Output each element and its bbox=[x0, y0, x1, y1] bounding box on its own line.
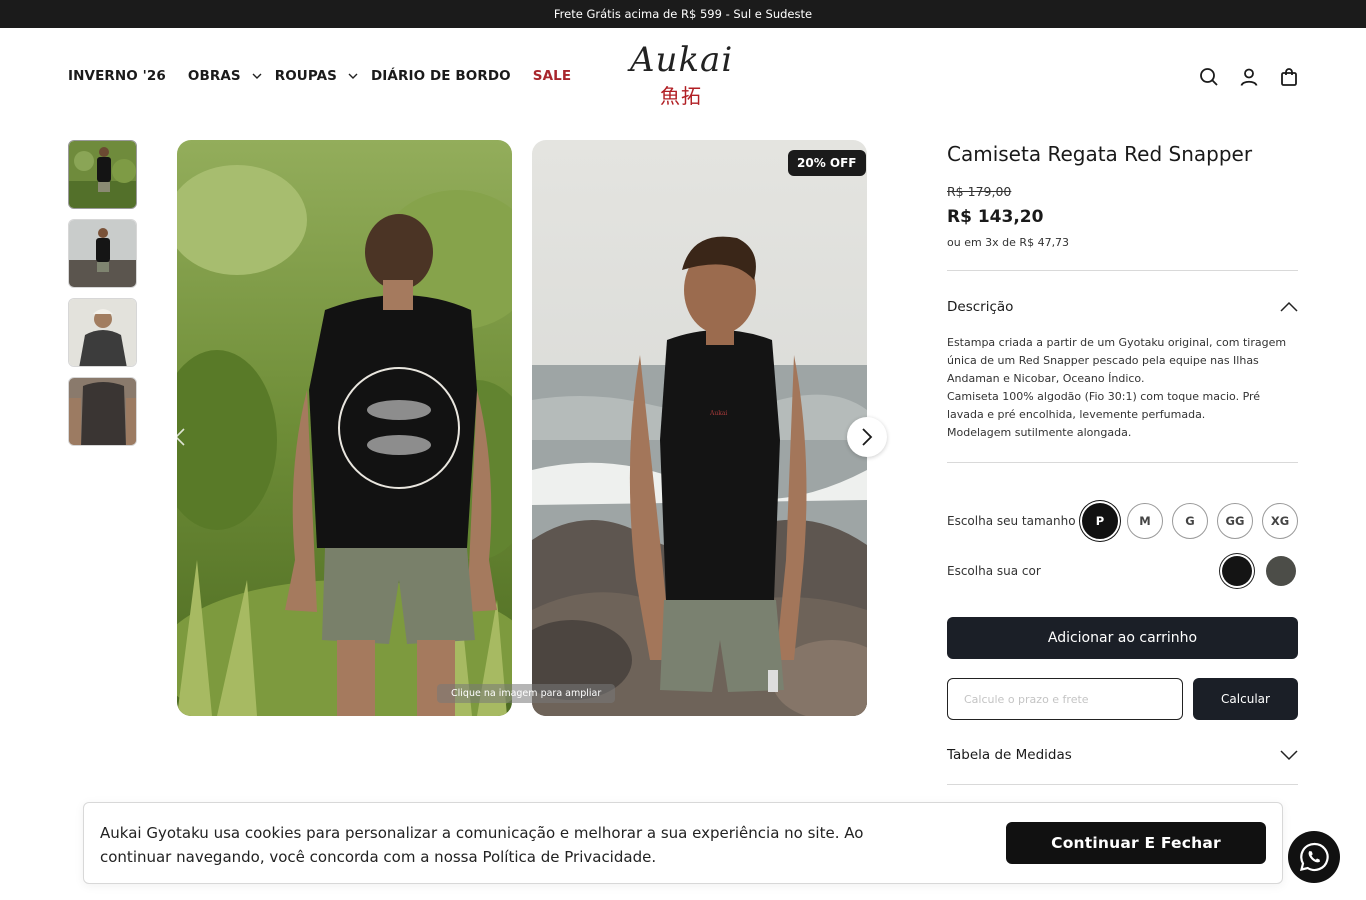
nav-item-label: DIÁRIO DE BORDO bbox=[371, 68, 511, 84]
logo-script: Aukai bbox=[630, 40, 734, 80]
previous-image-button[interactable] bbox=[168, 425, 192, 449]
discount-badge: 20% OFF bbox=[788, 150, 866, 176]
color-options bbox=[1222, 556, 1296, 586]
thumbnail-1[interactable] bbox=[68, 140, 137, 209]
product-description: Estampa criada a partir de um Gyotaku or… bbox=[947, 334, 1298, 442]
svg-text:Aukai: Aukai bbox=[709, 410, 727, 417]
divider bbox=[947, 270, 1298, 271]
divider bbox=[947, 462, 1298, 463]
size-options: P M G GG XG bbox=[1082, 503, 1298, 539]
nav-item-sale[interactable]: SALE bbox=[533, 68, 571, 84]
main-nav: INVERNO '26 OBRAS ROUPAS DIÁRIO DE BORDO… bbox=[68, 68, 593, 84]
logo-kanji: 魚拓 bbox=[660, 84, 702, 108]
thumbnail-2[interactable] bbox=[68, 219, 137, 288]
add-to-cart-button[interactable]: Adicionar ao carrinho bbox=[947, 617, 1298, 659]
chevron-up-icon bbox=[1280, 301, 1298, 312]
product-photo-front[interactable]: Aukai bbox=[532, 140, 867, 716]
color-selector: Escolha sua cor bbox=[947, 556, 1298, 586]
product-info: Camiseta Regata Red Snapper R$ 179,00 R$… bbox=[947, 140, 1298, 785]
color-swatch-grey[interactable] bbox=[1266, 556, 1296, 586]
announcement-bar: Frete Grátis acima de R$ 599 - Sul e Sud… bbox=[0, 0, 1366, 28]
user-icon[interactable] bbox=[1238, 66, 1260, 88]
size-selector: Escolha seu tamanho P M G GG XG bbox=[947, 503, 1298, 539]
zoom-hint: Clique na imagem para ampliar bbox=[437, 684, 616, 703]
chevron-down-icon bbox=[252, 73, 262, 79]
size-option-p[interactable]: P bbox=[1082, 503, 1118, 539]
color-swatch-black[interactable] bbox=[1222, 556, 1252, 586]
nav-item-label: INVERNO '26 bbox=[68, 68, 166, 84]
shipping-calculator: Calcular bbox=[947, 678, 1298, 720]
color-label: Escolha sua cor bbox=[947, 564, 1041, 578]
zoom-hint-rest: para ampliar bbox=[537, 688, 602, 699]
description-title: Descrição bbox=[947, 299, 1014, 315]
description-accordion-toggle[interactable]: Descrição bbox=[947, 296, 1298, 318]
old-price: R$ 179,00 bbox=[947, 184, 1012, 199]
search-icon[interactable] bbox=[1198, 66, 1220, 88]
product-photo-back[interactable] bbox=[177, 140, 512, 716]
chevron-down-icon bbox=[1280, 750, 1298, 761]
size-table-title: Tabela de Medidas bbox=[947, 747, 1072, 763]
current-price: R$ 143,20 bbox=[947, 207, 1044, 227]
nav-item-roupas[interactable]: ROUPAS bbox=[275, 68, 359, 84]
size-option-g[interactable]: G bbox=[1172, 503, 1208, 539]
nav-item-diario-de-bordo[interactable]: DIÁRIO DE BORDO bbox=[371, 68, 511, 84]
announcement-text: Frete Grátis acima de R$ 599 - Sul e Sud… bbox=[553, 7, 813, 21]
thumbnail-3[interactable] bbox=[68, 298, 137, 367]
installments-text: ou em 3x de R$ 47,73 bbox=[947, 236, 1070, 249]
chevron-down-icon bbox=[348, 73, 358, 79]
thumbnail-4[interactable] bbox=[68, 377, 137, 446]
whatsapp-icon bbox=[1299, 842, 1329, 872]
bag-icon[interactable] bbox=[1278, 66, 1300, 88]
nav-item-label: ROUPAS bbox=[274, 68, 337, 84]
brand-logo[interactable]: Aukai 魚拓 bbox=[630, 40, 740, 110]
product-gallery: Aukai bbox=[177, 140, 867, 716]
description-paragraph: Camiseta 100% algodão (Fio 30:1) com toq… bbox=[947, 390, 1261, 421]
cookie-banner: Aukai Gyotaku usa cookies para personali… bbox=[83, 802, 1283, 884]
nav-item-obras[interactable]: OBRAS bbox=[188, 68, 263, 84]
nav-item-label: OBRAS bbox=[187, 68, 241, 84]
description-paragraph: Modelagem sutilmente alongada. bbox=[947, 426, 1132, 439]
chevron-right-icon bbox=[862, 428, 873, 446]
size-label: Escolha seu tamanho bbox=[947, 514, 1076, 528]
product-title: Camiseta Regata Red Snapper bbox=[947, 142, 1253, 166]
header-actions bbox=[1198, 66, 1300, 88]
size-option-m[interactable]: M bbox=[1127, 503, 1163, 539]
zoom-hint-strong: Clique na imagem bbox=[451, 688, 538, 699]
site-header: INVERNO '26 OBRAS ROUPAS DIÁRIO DE BORDO… bbox=[0, 28, 1366, 128]
size-option-gg[interactable]: GG bbox=[1217, 503, 1253, 539]
size-table-accordion-toggle[interactable]: Tabela de Medidas bbox=[947, 744, 1298, 766]
description-paragraph: Estampa criada a partir de um Gyotaku or… bbox=[947, 336, 1287, 385]
nav-item-label: SALE bbox=[532, 68, 572, 84]
shipping-zip-input[interactable] bbox=[947, 678, 1183, 720]
divider bbox=[947, 784, 1298, 785]
whatsapp-button[interactable] bbox=[1288, 831, 1340, 883]
calculate-shipping-button[interactable]: Calcular bbox=[1193, 678, 1298, 720]
next-image-button[interactable] bbox=[847, 417, 887, 457]
size-option-xg[interactable]: XG bbox=[1262, 503, 1298, 539]
nav-item-inverno[interactable]: INVERNO '26 bbox=[68, 68, 166, 84]
thumbnail-list bbox=[68, 140, 137, 446]
cookie-text: Aukai Gyotaku usa cookies para personali… bbox=[100, 824, 864, 866]
accept-cookies-button[interactable]: Continuar E Fechar bbox=[1006, 822, 1266, 864]
